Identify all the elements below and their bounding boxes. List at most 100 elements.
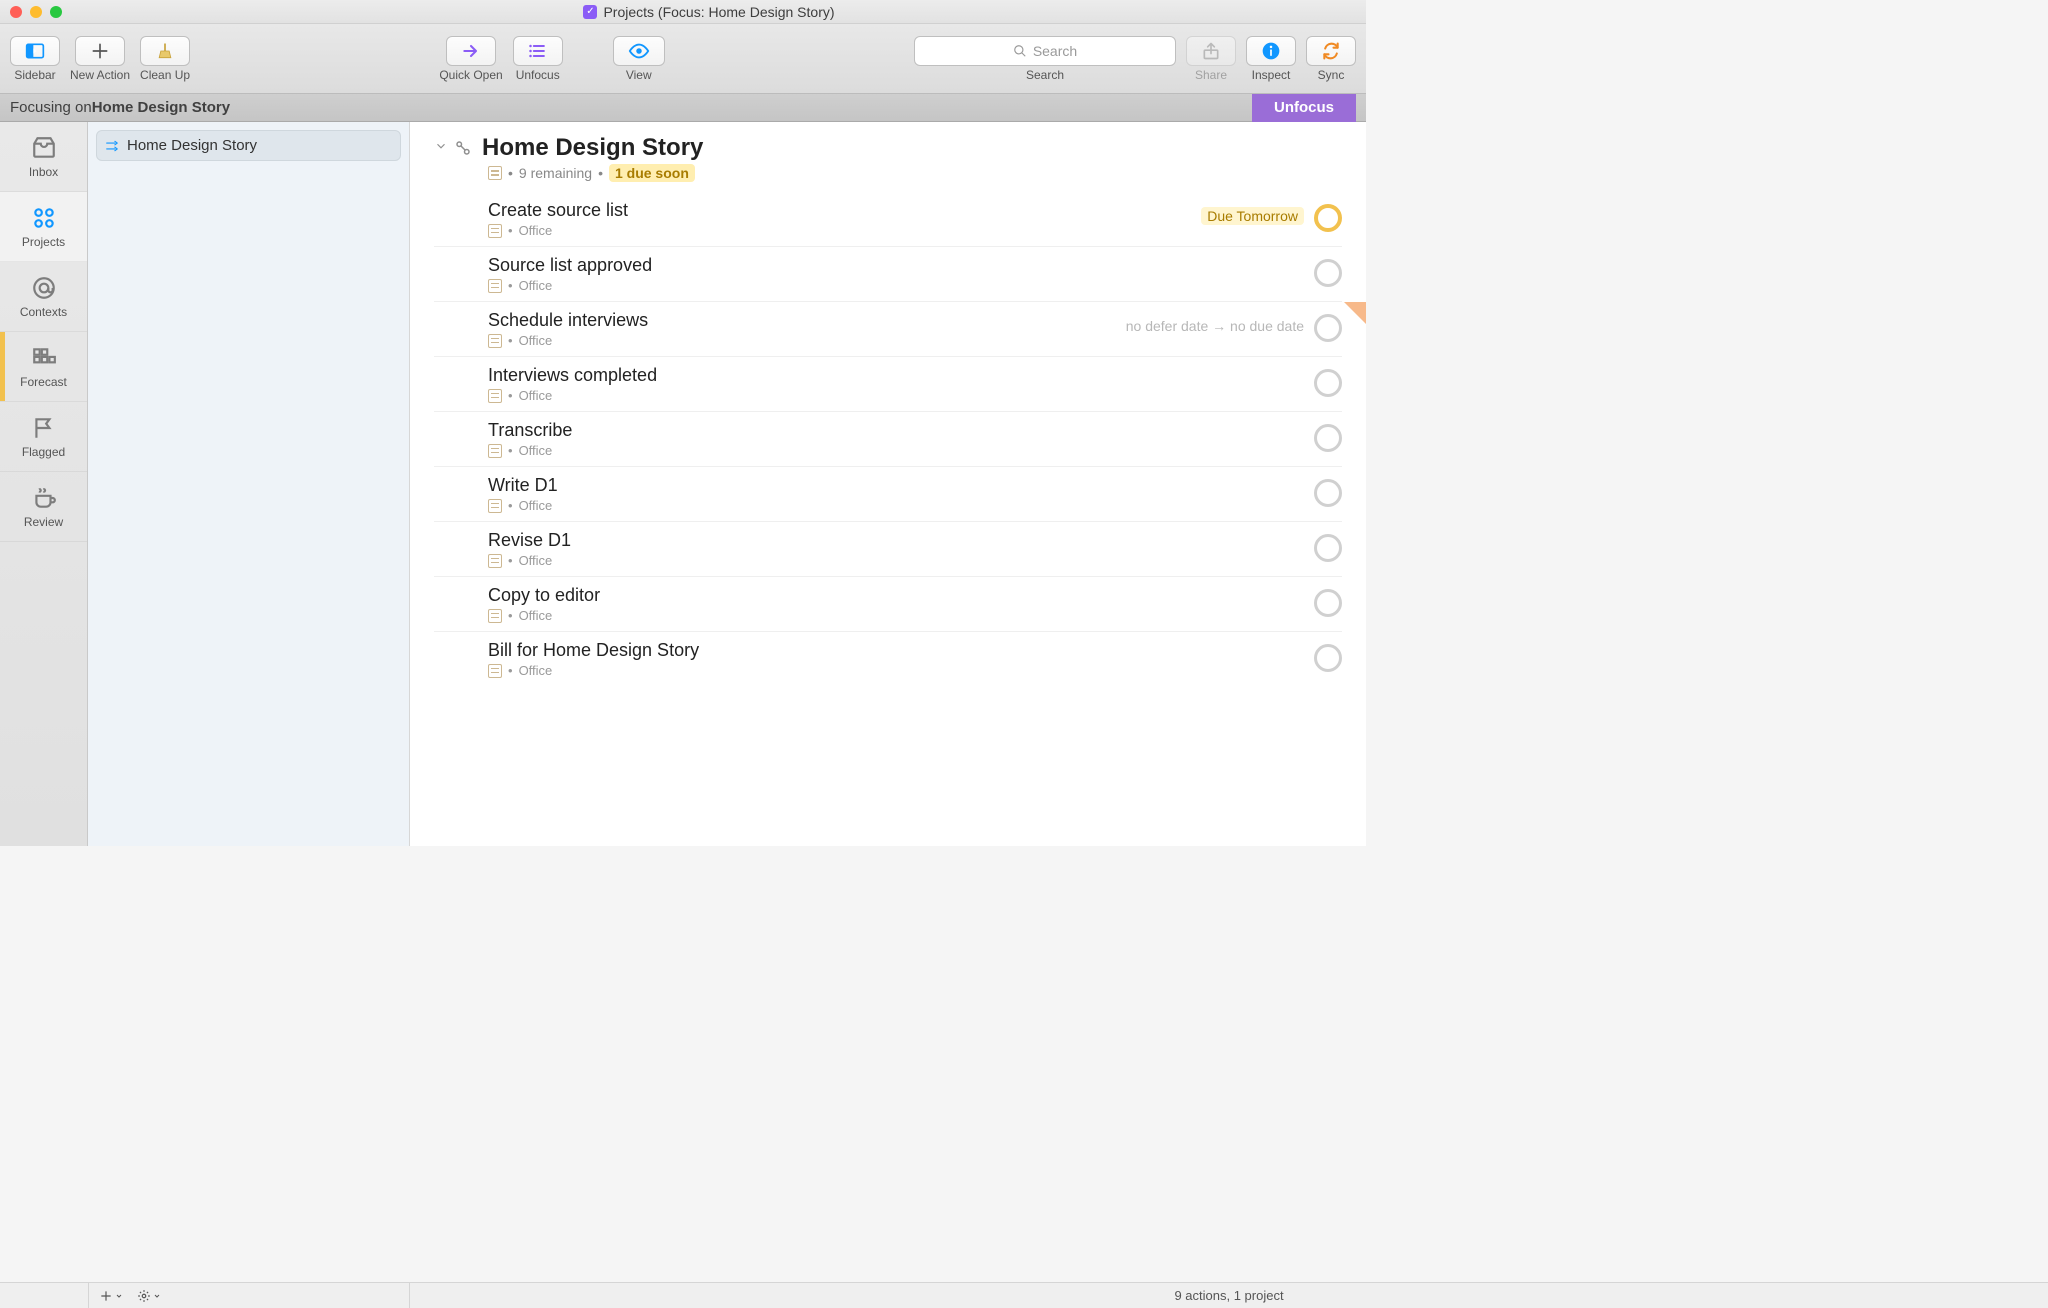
window-title: Projects (Focus: Home Design Story) xyxy=(603,4,834,20)
task-content: Home Design Story • 9 remaining • 1 due … xyxy=(410,122,1366,846)
task-complete-checkbox[interactable] xyxy=(1314,259,1342,287)
search-input[interactable]: Search xyxy=(914,36,1176,66)
add-menu[interactable] xyxy=(99,1289,123,1303)
unfocus-toolbar-button[interactable] xyxy=(513,36,563,66)
task-title: Schedule interviews xyxy=(488,310,1112,331)
task-defer-label: no defer date → no due date xyxy=(1126,318,1304,334)
task-title: Source list approved xyxy=(488,255,1300,276)
rail-flagged[interactable]: Flagged xyxy=(0,402,87,472)
task-complete-checkbox[interactable] xyxy=(1314,534,1342,562)
coffee-icon xyxy=(31,485,57,511)
project-title: Home Design Story xyxy=(482,134,703,162)
note-icon[interactable] xyxy=(488,166,502,180)
focus-prefix: Focusing on xyxy=(10,99,92,116)
note-icon[interactable] xyxy=(488,279,502,293)
task-context: Office xyxy=(519,388,553,403)
sidebar-icon xyxy=(25,41,45,61)
remaining-count: 9 remaining xyxy=(519,165,592,181)
inspect-label: Inspect xyxy=(1252,68,1291,82)
rail-review[interactable]: Review xyxy=(0,472,87,542)
quick-open-button[interactable] xyxy=(446,36,496,66)
rail-projects[interactable]: Projects xyxy=(0,192,87,262)
task-row[interactable]: Source list approved• Office xyxy=(434,247,1342,302)
note-icon[interactable] xyxy=(488,224,502,238)
task-row[interactable]: Transcribe• Office xyxy=(434,412,1342,467)
sync-button[interactable] xyxy=(1306,36,1356,66)
task-meta: • Office xyxy=(488,223,1187,238)
task-complete-checkbox[interactable] xyxy=(1314,314,1342,342)
task-complete-checkbox[interactable] xyxy=(1314,479,1342,507)
note-icon[interactable] xyxy=(488,609,502,623)
chevron-down-icon[interactable] xyxy=(434,139,448,153)
task-title: Write D1 xyxy=(488,475,1300,496)
status-bar: 9 actions, 1 project xyxy=(0,1282,2048,1308)
task-complete-checkbox[interactable] xyxy=(1314,369,1342,397)
task-complete-checkbox[interactable] xyxy=(1314,589,1342,617)
task-meta: • Office xyxy=(488,663,1300,678)
rail-inbox[interactable]: Inbox xyxy=(0,122,87,192)
flag-indicator xyxy=(1344,302,1366,324)
close-window-button[interactable] xyxy=(10,6,22,18)
sidebar-toggle-button[interactable] xyxy=(10,36,60,66)
clean-up-label: Clean Up xyxy=(140,68,190,82)
clean-up-button[interactable] xyxy=(140,36,190,66)
note-icon[interactable] xyxy=(488,664,502,678)
inspect-button[interactable] xyxy=(1246,36,1296,66)
search-label: Search xyxy=(1026,68,1064,82)
focus-project-name: Home Design Story xyxy=(92,99,230,116)
plus-icon xyxy=(99,1289,113,1303)
window-controls xyxy=(10,6,62,18)
toolbar: Sidebar New Action Clean Up Quick Open U… xyxy=(0,24,1366,94)
task-context: Office xyxy=(519,663,553,678)
broom-icon xyxy=(155,41,175,61)
project-list-item[interactable]: Home Design Story xyxy=(96,130,401,161)
task-complete-checkbox[interactable] xyxy=(1314,204,1342,232)
task-context: Office xyxy=(519,553,553,568)
task-context: Office xyxy=(519,498,553,513)
share-button[interactable] xyxy=(1186,36,1236,66)
minimize-window-button[interactable] xyxy=(30,6,42,18)
task-meta: • Office xyxy=(488,608,1300,623)
task-context: Office xyxy=(519,608,553,623)
task-row[interactable]: Copy to editor• Office xyxy=(434,577,1342,632)
task-complete-checkbox[interactable] xyxy=(1314,644,1342,672)
task-complete-checkbox[interactable] xyxy=(1314,424,1342,452)
project-list-item-label: Home Design Story xyxy=(127,137,257,154)
unfocus-toolbar-label: Unfocus xyxy=(516,68,560,82)
projects-icon xyxy=(31,205,57,231)
task-due-label: Due Tomorrow xyxy=(1201,207,1304,225)
rail-contexts[interactable]: Contexts xyxy=(0,262,87,332)
app-icon: ✓ xyxy=(583,5,597,19)
task-row[interactable]: Create source list • Office Due Tomorrow xyxy=(434,192,1342,247)
task-row[interactable]: Interviews completed• Office xyxy=(434,357,1342,412)
task-context: Office xyxy=(519,333,553,348)
task-row[interactable]: Write D1• Office xyxy=(434,467,1342,522)
task-meta: • Office xyxy=(488,443,1300,458)
new-action-button[interactable] xyxy=(75,36,125,66)
task-row[interactable]: Schedule interviews• Officeno defer date… xyxy=(434,302,1342,357)
task-row[interactable]: Revise D1• Office xyxy=(434,522,1342,577)
task-meta: • Office xyxy=(488,553,1300,568)
share-icon xyxy=(1201,41,1221,61)
task-title: Bill for Home Design Story xyxy=(488,640,1300,661)
sequential-header-icon xyxy=(454,139,472,157)
view-button[interactable] xyxy=(613,36,665,66)
sync-icon xyxy=(1321,41,1341,61)
note-icon[interactable] xyxy=(488,389,502,403)
note-icon[interactable] xyxy=(488,554,502,568)
action-menu[interactable] xyxy=(137,1289,161,1303)
grid-icon xyxy=(31,345,57,371)
task-title: Create source list xyxy=(488,200,1187,221)
task-row[interactable]: Bill for Home Design Story • Office xyxy=(434,632,1342,686)
plus-icon xyxy=(90,41,110,61)
note-icon[interactable] xyxy=(488,334,502,348)
note-icon[interactable] xyxy=(488,499,502,513)
unfocus-button[interactable]: Unfocus xyxy=(1252,94,1356,122)
zoom-window-button[interactable] xyxy=(50,6,62,18)
note-icon[interactable] xyxy=(488,444,502,458)
task-context: Office xyxy=(519,443,553,458)
search-icon xyxy=(1013,44,1027,58)
status-summary: 9 actions, 1 project xyxy=(410,1288,2048,1303)
rail-forecast[interactable]: Forecast xyxy=(0,332,87,402)
project-header: Home Design Story • 9 remaining • 1 due … xyxy=(410,122,1366,192)
